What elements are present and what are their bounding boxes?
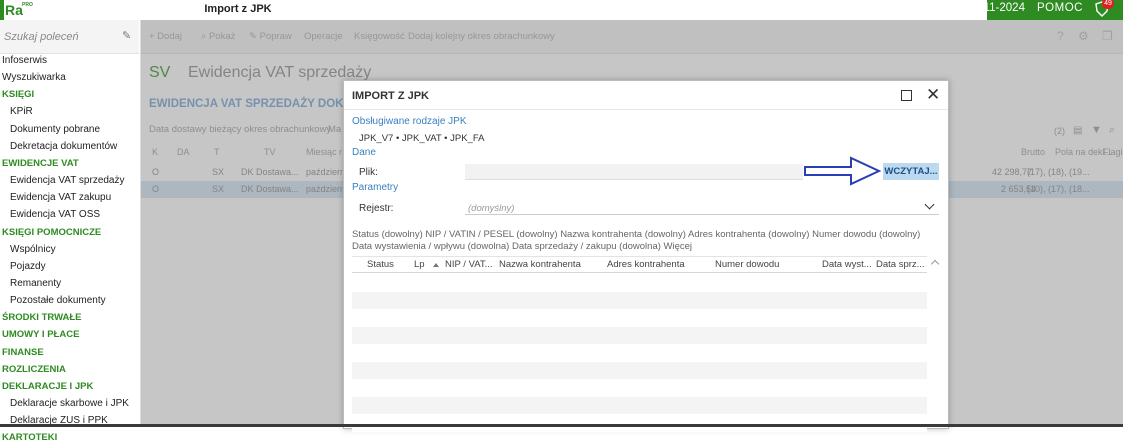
close-icon[interactable]: ✕: [926, 86, 940, 103]
scroll-up-icon[interactable]: [930, 259, 940, 269]
section-data: Dane: [352, 147, 376, 158]
sidebar-item[interactable]: Remanenty: [10, 278, 61, 289]
app-logo: Ra PRO: [4, 0, 987, 407]
sidebar-item[interactable]: Ewidencja VAT sprzedaży: [10, 175, 125, 186]
sidebar-item[interactable]: Wspólnicy: [10, 244, 56, 255]
table-row: [352, 344, 927, 362]
notification-badge: 49: [1102, 0, 1114, 9]
register-label: Rejestr:: [359, 203, 394, 214]
sidebar-item[interactable]: KSIĘGI POMOCNICZE: [2, 227, 101, 238]
th-sale-date[interactable]: Data sprz...: [876, 259, 925, 270]
th-contractor-address[interactable]: Adres kontrahenta: [607, 259, 685, 270]
th-status[interactable]: Status: [367, 259, 394, 270]
sidebar-item[interactable]: KPiR: [10, 106, 33, 117]
sidebar-item[interactable]: UMOWY I PŁACE: [2, 329, 79, 340]
dialog-divider: [344, 109, 948, 110]
new-tab-plus-icon[interactable]: +: [290, 0, 300, 19]
pin-icon[interactable]: ✎: [122, 29, 131, 42]
th-document-number[interactable]: Numer dowodu: [715, 259, 779, 270]
sidebar-item[interactable]: KSIĘGI: [2, 89, 34, 100]
sidebar-item[interactable]: DEKLARACJE I JPK: [2, 381, 93, 392]
calendar-icon: [954, 4, 963, 13]
blue-arrow-annotation: [804, 156, 882, 186]
column-filters-row1[interactable]: Status (dowolny) NIP / VATIN / PESEL (do…: [352, 229, 920, 240]
table-row: [352, 291, 927, 309]
sidebar-item[interactable]: Ewidencja VAT OSS: [10, 209, 100, 220]
sidebar: Szukaj poleceń ✎ Infoserwis Wyszukiwarka K…: [0, 20, 141, 443]
tab-import-z-jpk[interactable]: Import z JPK: [196, 0, 280, 20]
help-link[interactable]: POMOC: [1037, 2, 1083, 14]
th-nip[interactable]: NIP / VAT...: [445, 259, 493, 270]
table-row: [352, 362, 927, 379]
sort-asc-icon: [433, 263, 439, 267]
table-row: [352, 274, 927, 291]
load-file-button[interactable]: WCZYTAJ...: [883, 163, 939, 180]
table-row: [352, 397, 927, 415]
sidebar-item[interactable]: Infoserwis: [2, 55, 47, 66]
sidebar-item[interactable]: Dekretacja dokumentów: [10, 141, 117, 152]
sidebar-item[interactable]: KARTOTEKI: [2, 432, 57, 443]
table-header: Status Lp NIP / VAT... Nazwa kontrahenta…: [352, 256, 927, 273]
import-jpk-dialog: IMPORT Z JPK ✕ Obsługiwane rodzaje JPK J…: [343, 80, 949, 432]
file-input[interactable]: [465, 164, 803, 180]
file-label: Plik:: [359, 167, 378, 178]
current-date[interactable]: 25-11-2024: [967, 2, 1025, 14]
section-supported-types: Obsługiwane rodzaje JPK: [352, 116, 467, 127]
sidebar-item[interactable]: ROZLICZENIA: [2, 364, 66, 375]
dialog-title: IMPORT Z JPK: [352, 90, 430, 102]
sidebar-item[interactable]: EWIDENCJE VAT: [2, 158, 79, 169]
supported-types-list: JPK_V7 • JPK_VAT • JPK_FA: [359, 133, 485, 144]
table-row: [352, 379, 927, 397]
command-search[interactable]: Szukaj poleceń ✎: [0, 20, 139, 54]
import-table: Status Lp NIP / VAT... Nazwa kontrahenta…: [352, 256, 940, 432]
sidebar-item[interactable]: Dokumenty pobrane: [10, 124, 100, 135]
sidebar-item[interactable]: Pojazdy: [10, 261, 46, 272]
section-parameters: Parametry: [352, 182, 399, 193]
sidebar-item[interactable]: ŚRODKI TRWAŁE: [2, 312, 82, 323]
top-bar: Ra PRO ☆ ← Import z JPK + 25-11-2024 POM…: [0, 0, 1123, 407]
table-row: [352, 309, 927, 327]
sidebar-item[interactable]: Pozostałe dokumenty: [10, 295, 106, 306]
sidebar-item[interactable]: FINANSE: [2, 347, 44, 358]
sidebar-item[interactable]: Ewidencja VAT zakupu: [10, 192, 111, 203]
search-input[interactable]: Szukaj poleceń: [4, 31, 79, 43]
register-placeholder: (domyślny): [468, 203, 515, 214]
check-circle-icon[interactable]: [921, 2, 934, 15]
th-contractor-name[interactable]: Nazwa kontrahenta: [499, 259, 581, 270]
register-select[interactable]: [465, 199, 939, 215]
sidebar-item[interactable]: Wyszukiwarka: [2, 72, 66, 83]
th-issue-date[interactable]: Data wyst...: [822, 259, 872, 270]
favorite-star-icon[interactable]: ☆: [38, 1, 51, 19]
th-lp[interactable]: Lp: [414, 259, 425, 270]
table-row: [352, 326, 927, 344]
column-filters-row2[interactable]: Data wystawienia / wpływu (dowolna) Data…: [352, 241, 692, 252]
maximize-icon[interactable]: [901, 90, 912, 101]
back-arrow-icon[interactable]: ←: [147, 0, 164, 19]
sidebar-item[interactable]: Deklaracje skarbowe i JPK: [10, 398, 129, 409]
